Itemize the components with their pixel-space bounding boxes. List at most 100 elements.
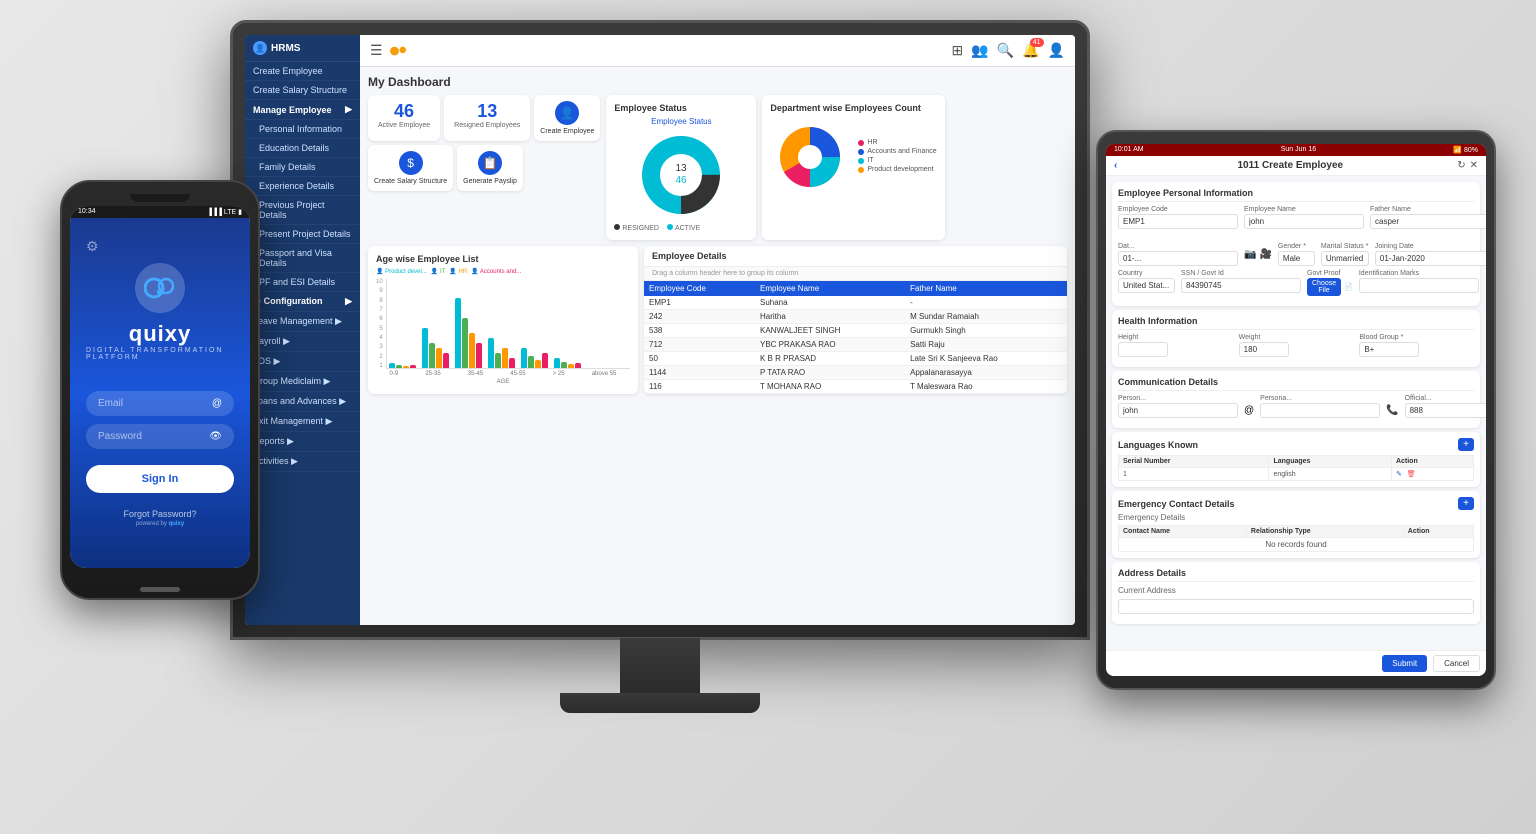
dept-chart-content: HR Accounts and Finance IT <box>770 117 936 197</box>
emp-name-input[interactable] <box>1244 214 1364 229</box>
sidebar-item-leave[interactable]: Leave Management ▶ <box>245 312 360 332</box>
cancel-button[interactable]: Cancel <box>1433 655 1480 672</box>
dob-input[interactable] <box>1118 251 1238 266</box>
marital-select[interactable]: Unmarried Married <box>1321 251 1369 266</box>
emp-code-label: Employee Code <box>1118 206 1238 213</box>
delete-lang-btn[interactable]: 🗑 <box>1407 471 1416 478</box>
top-bar: ☰ ⊞ 👥 � <box>360 35 1075 67</box>
bottom-section: Age wise Employee List 👤 Product devel..… <box>368 246 1067 394</box>
video-icon[interactable]: 🎥 <box>1259 249 1271 260</box>
bar-area <box>386 279 630 369</box>
comm-section: Communication Details Person... @ Person… <box>1112 371 1480 428</box>
sidebar-item-passport[interactable]: Passport and Visa Details <box>245 244 360 273</box>
create-employee-card[interactable]: 👤 Create Employee <box>534 95 600 141</box>
payslip-card[interactable]: 📋 Generate Payslip <box>457 145 523 191</box>
sidebar-item-pf[interactable]: PF and ESI Details <box>245 273 360 292</box>
notification-icon[interactable]: 🔔 41 <box>1022 42 1039 59</box>
sidebar-item-family[interactable]: Family Details <box>245 158 360 177</box>
phone-status-bar: 10:34 ▐▐▐ LTE ▮ <box>70 206 250 218</box>
table-row: 1144P TATA RAOAppalanarasayya <box>644 366 1067 380</box>
sidebar-item-reports[interactable]: Reports ▶ <box>245 432 360 452</box>
weight-input[interactable] <box>1239 342 1289 357</box>
create-salary-icon: $ <box>399 151 423 175</box>
sidebar-item-payroll[interactable]: Payroll ▶ <box>245 332 360 352</box>
sidebar-item-mediclaim[interactable]: Group Mediclaim ▶ <box>245 372 360 392</box>
gender-select[interactable]: Male Female <box>1278 251 1315 266</box>
sidebar-item-manage-employee[interactable]: Manage Employee ▶ <box>245 100 360 120</box>
users-icon[interactable]: 👥 <box>971 42 988 59</box>
bar-group-gt25 <box>521 348 548 368</box>
emp-status-legend: RESIGNED ACTIVE <box>614 224 748 232</box>
camera-icon[interactable]: 📷 <box>1244 249 1256 260</box>
blood-select[interactable]: B+A+O+ <box>1359 342 1419 357</box>
age-chart-legend: 👤 Product devel... 👤 IT 👤 HR 👤 Accounts … <box>376 268 630 275</box>
table-row: EMP1Suhana- <box>644 296 1067 310</box>
bar-acc-25-35 <box>443 353 449 368</box>
dob-group: Dat... <box>1118 243 1238 266</box>
phone-email-input[interactable]: Email @ <box>86 391 234 416</box>
id-marks-input[interactable] <box>1359 278 1479 293</box>
sidebar-item-personal[interactable]: Personal Information <box>245 120 360 139</box>
table-row: 242HarithaM Sundar Ramaiah <box>644 310 1067 324</box>
lang-action: ✎ 🗑 <box>1391 468 1473 481</box>
bar-acc-gt25 <box>542 353 548 368</box>
submit-button[interactable]: Submit <box>1382 655 1427 672</box>
password-icon: 👁 <box>209 431 222 442</box>
personal-ph-input[interactable] <box>1260 403 1380 418</box>
tablet-close-icon[interactable]: ✕ <box>1470 160 1478 171</box>
phone-device: 10:34 ▐▐▐ LTE ▮ ⚙ quixy DIGITAL TRANSFOR… <box>60 180 260 600</box>
sidebar-item-create-employee[interactable]: Create Employee <box>245 62 360 81</box>
choose-govt-file-btn[interactable]: Choose File <box>1307 278 1341 296</box>
father-name-input[interactable] <box>1370 214 1486 229</box>
official-ph-input[interactable] <box>1405 403 1486 418</box>
tablet-back-btn[interactable]: ‹ <box>1114 160 1117 171</box>
add-emergency-btn[interactable]: + <box>1458 497 1474 510</box>
sidebar-title: HRMS <box>271 43 300 54</box>
sidebar-item-create-salary[interactable]: Create Salary Structure <box>245 81 360 100</box>
tablet-top-bar: ‹ 1011 Create Employee ↻ ✕ <box>1106 156 1486 176</box>
phone-password-input[interactable]: Password 👁 <box>86 424 234 449</box>
sign-in-button[interactable]: Sign In <box>86 465 234 493</box>
settings-icon[interactable]: ⚙ <box>86 238 99 255</box>
resigned-label: Resigned Employees <box>454 122 520 130</box>
sidebar-item-loans[interactable]: Loans and Advances ▶ <box>245 392 360 412</box>
add-language-btn[interactable]: + <box>1458 438 1474 451</box>
apps-icon[interactable]: ⊞ <box>952 42 964 59</box>
person-name-group: Person... <box>1118 395 1238 418</box>
emp-code-input[interactable] <box>1118 214 1238 229</box>
sidebar-item-experience[interactable]: Experience Details <box>245 177 360 196</box>
health-section: Health Information Height Weight <box>1112 310 1480 367</box>
notification-badge: 41 <box>1030 38 1044 47</box>
edit-lang-btn[interactable]: ✎ <box>1396 471 1402 478</box>
person-input[interactable] <box>1118 403 1238 418</box>
bar-hr-0-9 <box>403 366 409 368</box>
tablet-toolbar: ↻ ✕ <box>1457 160 1478 171</box>
phone-icon: 📞 <box>1386 395 1398 418</box>
sidebar-item-prev-project[interactable]: Previous Project Details <box>245 196 360 225</box>
sidebar-item-education[interactable]: Education Details <box>245 139 360 158</box>
sidebar-item-present-project[interactable]: Present Project Details <box>245 225 360 244</box>
sidebar-item-tds[interactable]: TDS ▶ <box>245 352 360 372</box>
ssn-input[interactable] <box>1181 278 1301 293</box>
sidebar-item-exit[interactable]: Exit Management ▶ <box>245 412 360 432</box>
country-select[interactable]: United Stat... <box>1118 278 1175 293</box>
sidebar-item-activities[interactable]: Activities ▶ <box>245 452 360 472</box>
gender-group: Gender * Male Female <box>1278 243 1315 266</box>
phone-home-button[interactable] <box>140 587 180 592</box>
joining-input[interactable] <box>1375 251 1486 266</box>
sidebar-item-config[interactable]: ⚙ Configuration ▶ <box>245 292 360 312</box>
height-group: Height <box>1118 334 1233 357</box>
hrms-icon: 👤 <box>253 41 267 55</box>
tablet-battery: 📶 80% <box>1453 146 1478 154</box>
col-name: Employee Name <box>755 281 905 296</box>
user-avatar-icon[interactable]: 👤 <box>1048 42 1065 59</box>
forgot-password-link[interactable]: Forgot Password? <box>123 509 196 519</box>
hamburger-icon[interactable]: ☰ <box>370 42 383 59</box>
address-line1 <box>1118 599 1474 614</box>
tablet-refresh-icon[interactable]: ↻ <box>1457 160 1465 171</box>
create-salary-card[interactable]: $ Create Salary Structure <box>368 145 453 191</box>
address-input-1[interactable] <box>1118 599 1474 614</box>
bar-group-45-55 <box>488 338 515 368</box>
search-icon[interactable]: 🔍 <box>997 42 1014 59</box>
height-input[interactable] <box>1118 342 1168 357</box>
